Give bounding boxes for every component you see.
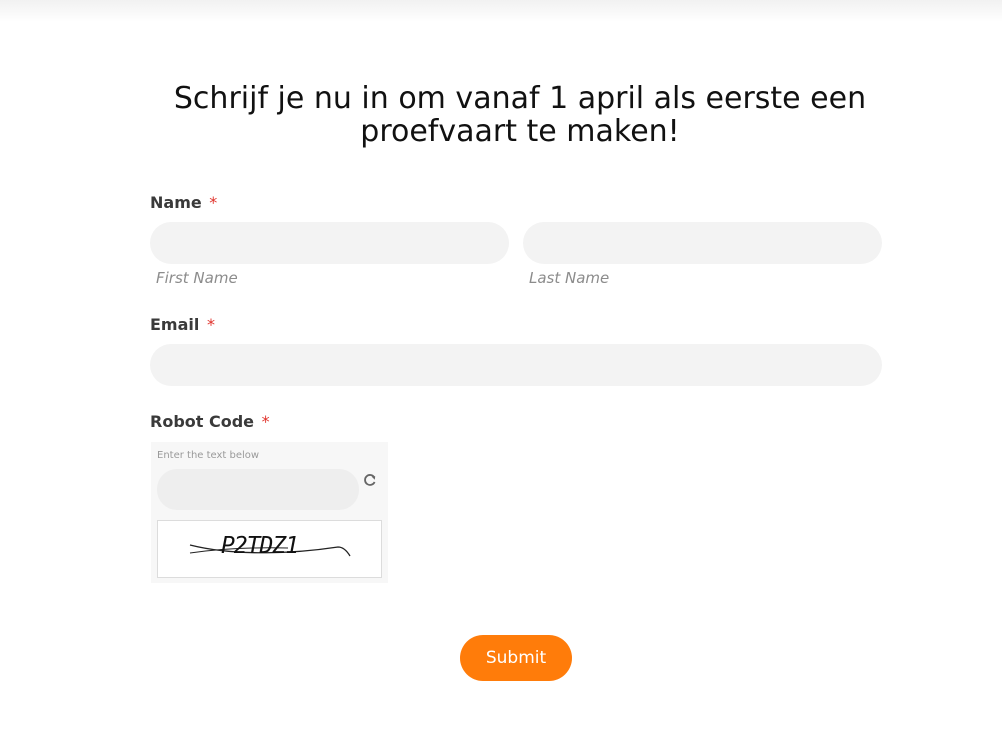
captcha-text: P2TDZ1 xyxy=(221,533,298,559)
name-label: Name * xyxy=(150,193,217,212)
required-marker: * xyxy=(209,193,218,212)
captcha-box: Enter the text below P2TDZ1 xyxy=(151,442,388,583)
name-label-text: Name xyxy=(150,193,202,212)
email-label-text: Email xyxy=(150,315,200,334)
captcha-image: P2TDZ1 xyxy=(157,520,382,578)
captcha-input[interactable] xyxy=(157,469,359,510)
first-name-sublabel: First Name xyxy=(156,269,238,287)
email-label: Email * xyxy=(150,315,215,334)
required-marker: * xyxy=(261,412,270,431)
captcha-hint: Enter the text below xyxy=(157,450,260,461)
robot-code-label-text: Robot Code xyxy=(150,412,255,431)
page-heading: Schrijf je nu in om vanaf 1 april als ee… xyxy=(173,81,867,149)
top-shadow xyxy=(0,0,1002,22)
email-input[interactable] xyxy=(150,344,882,386)
required-marker: * xyxy=(206,315,215,334)
submit-button[interactable]: Submit xyxy=(460,635,572,681)
last-name-input[interactable] xyxy=(523,222,882,264)
last-name-sublabel: Last Name xyxy=(529,269,610,287)
robot-code-label: Robot Code * xyxy=(150,412,270,431)
refresh-icon[interactable] xyxy=(362,472,378,488)
first-name-input[interactable] xyxy=(150,222,509,264)
